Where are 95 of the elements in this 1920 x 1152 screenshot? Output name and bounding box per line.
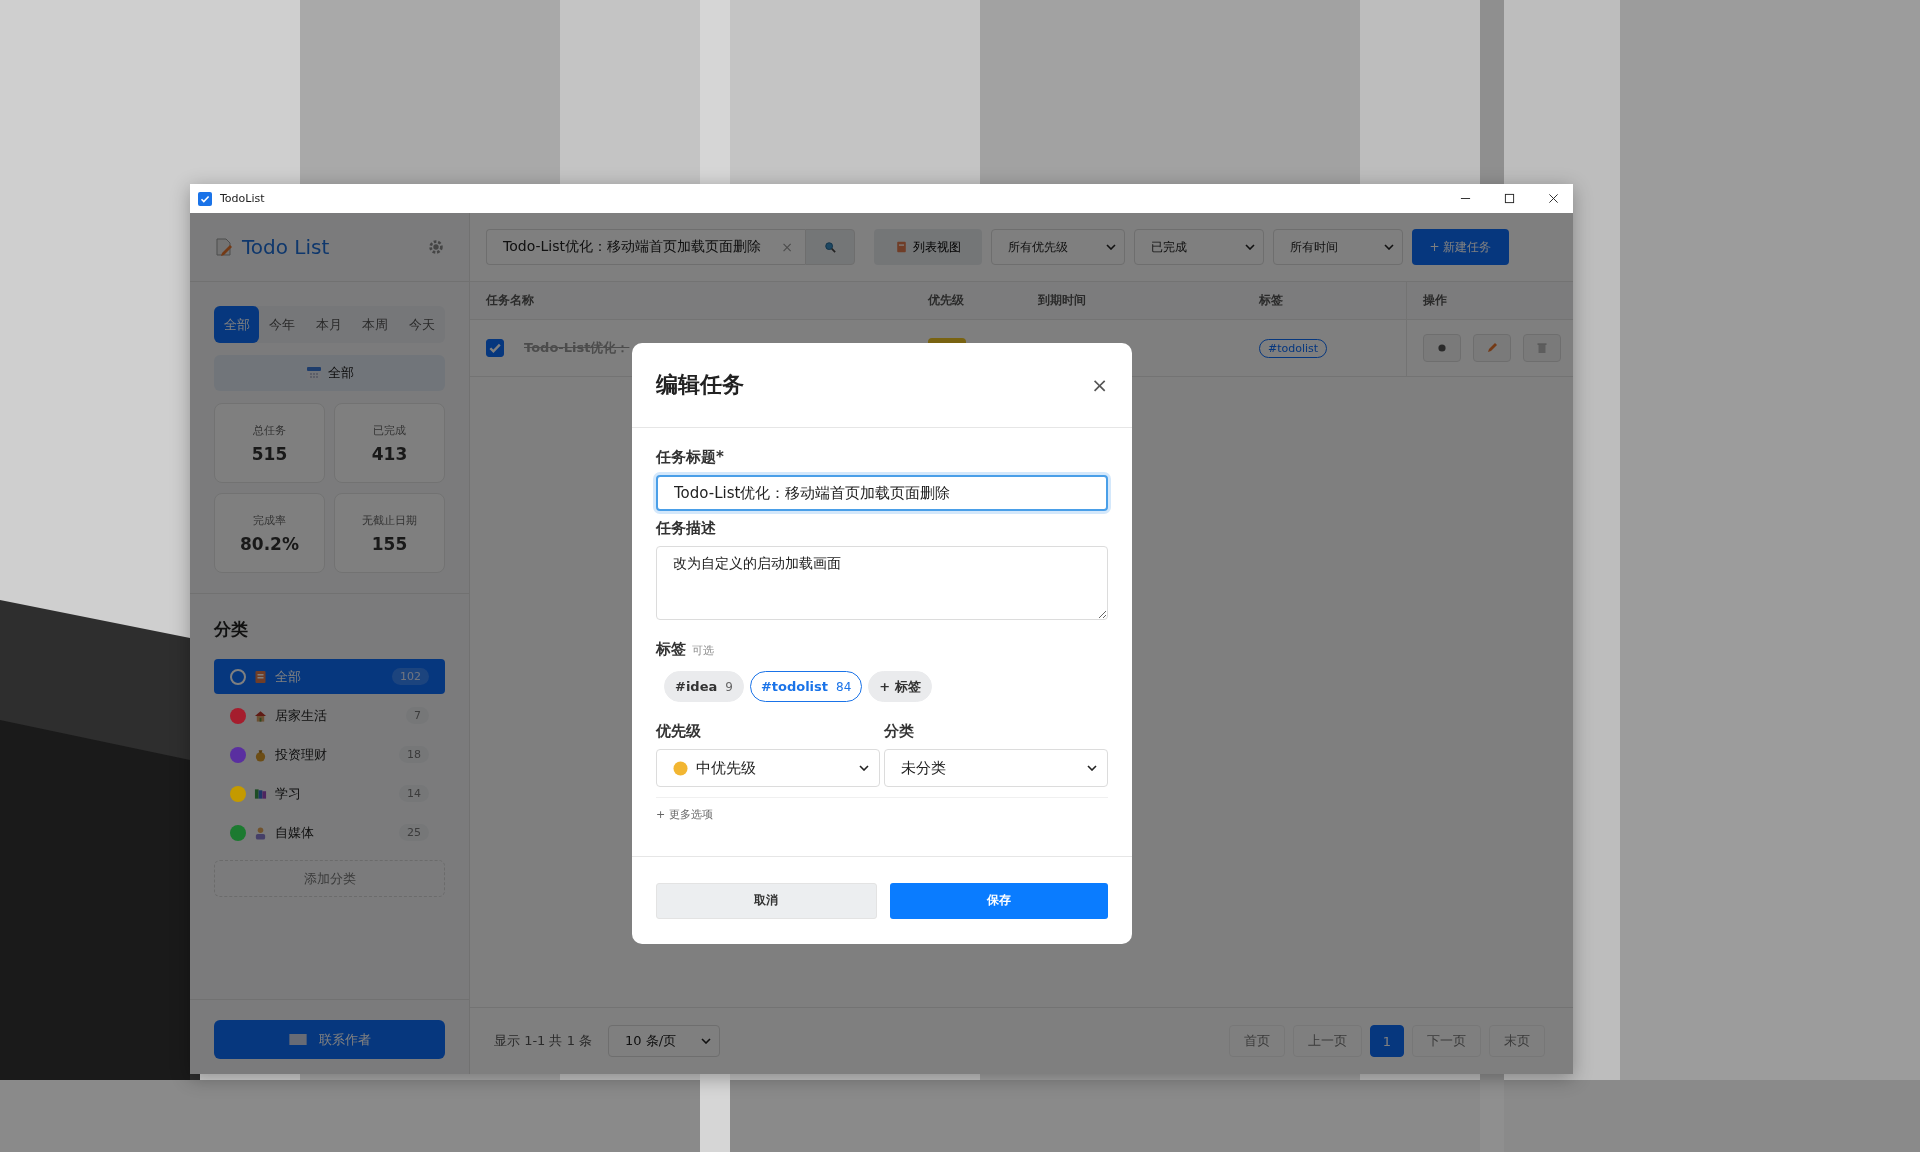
category-count: 25	[399, 824, 429, 841]
search-value: Todo-List优化：移动端首页加载页面删除	[503, 238, 761, 256]
trash-icon	[1536, 342, 1548, 354]
stat-value: 515	[251, 443, 288, 464]
category-item[interactable]: 学习 14	[214, 776, 445, 811]
tag-chip[interactable]: #idea 9	[664, 671, 744, 702]
field-label: 任务描述	[656, 519, 717, 538]
page-button[interactable]: 首页	[1228, 1025, 1285, 1057]
dialog-title: 编辑任务	[656, 371, 744, 399]
column-header: 标签	[1259, 292, 1284, 309]
stat-label: 完成率	[253, 512, 286, 528]
category-select[interactable]: 未分类	[884, 749, 1108, 787]
time-tab[interactable]: 本周	[352, 306, 399, 343]
edit-button[interactable]	[1473, 334, 1511, 362]
stat-label: 总任务	[253, 422, 286, 438]
section-title: 分类	[214, 618, 249, 641]
chevron-down-icon	[701, 1038, 712, 1044]
settings-icon[interactable]	[427, 238, 445, 256]
close-icon[interactable]	[1548, 193, 1559, 204]
books-icon	[254, 786, 267, 801]
time-tab[interactable]: 今年	[259, 306, 306, 343]
chevron-down-icon	[859, 765, 869, 771]
page-button[interactable]: 末页	[1489, 1025, 1545, 1057]
search-icon	[824, 241, 836, 253]
checkbox-icon	[198, 191, 212, 206]
category-name: 自媒体	[275, 823, 314, 842]
time-tab[interactable]: 本月	[305, 306, 352, 343]
filter-select[interactable]: 所有优先级	[991, 229, 1125, 265]
clipboard-icon	[254, 669, 267, 684]
category-item[interactable]: 居家生活 7	[214, 698, 445, 733]
stat-value: 80.2%	[240, 533, 299, 554]
ball-icon	[673, 760, 688, 776]
document-pencil-icon	[214, 237, 234, 257]
column-header: 到期时间	[1038, 292, 1087, 309]
category-count: 7	[406, 707, 429, 724]
field-label: 任务标题*	[656, 448, 725, 467]
close-button[interactable]: ×	[1091, 373, 1108, 397]
banner-label: 全部	[327, 364, 354, 382]
maximize-icon[interactable]	[1504, 193, 1515, 204]
filter-select[interactable]: 已完成	[1134, 229, 1264, 265]
cancel-button[interactable]: 取消	[656, 882, 877, 919]
pagination-summary: 显示 1-1 共 1 条	[494, 1032, 593, 1050]
app-name: Todo List	[242, 235, 330, 259]
category-name: 学习	[275, 784, 301, 803]
field-label: 分类	[884, 722, 915, 741]
search-field[interactable]: Todo-List优化：移动端首页加载页面删除 ×	[486, 229, 805, 265]
stat-value: 155	[371, 533, 408, 554]
column-header: 优先级	[928, 292, 965, 309]
category-count: 14	[399, 785, 429, 802]
delete-button[interactable]	[1523, 334, 1561, 362]
add-category-button[interactable]: 添加分类	[214, 860, 445, 897]
view-button[interactable]	[1423, 334, 1461, 362]
new-task-button[interactable]: + 新建任务	[1412, 229, 1509, 265]
time-tab[interactable]: 今天	[398, 306, 445, 343]
save-button[interactable]: 保存	[889, 882, 1108, 919]
task-checkbox[interactable]	[486, 339, 504, 357]
filter-select[interactable]: 所有时间	[1273, 229, 1403, 265]
stat-value: 413	[371, 443, 408, 464]
search-button[interactable]	[805, 229, 855, 265]
optional-hint: 可选	[692, 643, 714, 658]
contact-button[interactable]: 联系作者	[214, 1020, 445, 1059]
title-input[interactable]: Todo-List优化：移动端首页加载页面删除	[656, 475, 1108, 511]
column-header: 操作	[1406, 282, 1573, 319]
chevron-down-icon	[1087, 765, 1097, 771]
page-size-select[interactable]: 10 条/页	[608, 1025, 721, 1057]
chevron-down-icon	[1106, 244, 1116, 250]
clipboard-icon	[895, 241, 907, 253]
tag-chip[interactable]: #todolist 84	[749, 671, 863, 702]
category-name: 投资理财	[275, 745, 327, 764]
priority-select[interactable]: 中优先级	[656, 749, 880, 787]
person-icon	[254, 825, 267, 840]
chevron-down-icon	[1245, 244, 1255, 250]
add-tag-button[interactable]: + 标签	[868, 671, 932, 702]
column-header: 任务名称	[486, 292, 535, 309]
page-button[interactable]: 1	[1369, 1025, 1404, 1057]
field-label: 标签	[656, 640, 686, 659]
view-button[interactable]: 列表视图	[874, 229, 982, 265]
category-item[interactable]: 自媒体 25	[214, 815, 445, 850]
more-options-link[interactable]: + 更多选项	[656, 797, 1108, 825]
category-item[interactable]: 全部 102	[214, 659, 445, 694]
category-item[interactable]: 投资理财 18	[214, 737, 445, 772]
category-name: 居家生活	[275, 706, 327, 725]
chevron-down-icon	[1384, 244, 1394, 250]
stat-label: 已完成	[373, 422, 406, 438]
category-name: 全部	[275, 667, 301, 686]
time-tab[interactable]: 全部	[214, 306, 259, 343]
pencil-icon	[1486, 342, 1498, 354]
field-label: 优先级	[656, 722, 702, 741]
calendar-icon	[305, 365, 322, 381]
window-title: TodoList	[220, 192, 265, 205]
money-bag-icon	[254, 747, 267, 762]
description-input[interactable]: 改为自定义的启动加载画面	[656, 546, 1108, 620]
radio-icon	[230, 668, 246, 685]
category-count: 18	[399, 746, 429, 763]
house-icon	[254, 708, 267, 723]
